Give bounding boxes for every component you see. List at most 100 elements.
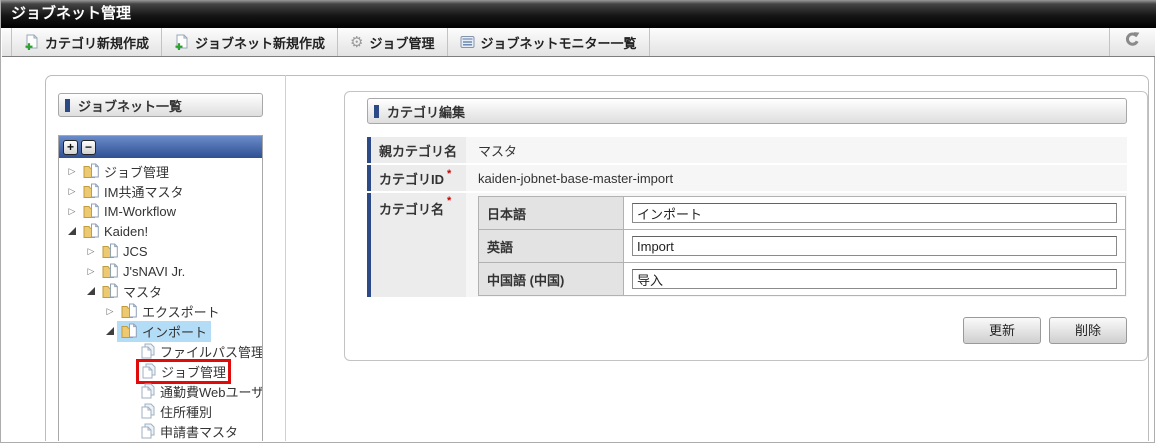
app-window: ジョブネット管理 カテゴリ新規作成 (0, 0, 1155, 443)
required-marker: * (447, 195, 451, 207)
expand-all-button[interactable]: + (63, 140, 78, 155)
tree-item[interactable]: Kaiden! (59, 221, 262, 241)
toolbar-spacer (650, 28, 1109, 56)
accent-bar (374, 105, 379, 118)
tree-node-content[interactable]: 通勤費Webユーザ (136, 381, 263, 402)
locale-label-japanese: 日本語 (479, 197, 624, 230)
gear-icon: ⚙ (350, 35, 363, 50)
expand-node-icon[interactable]: ▷ (84, 267, 98, 276)
tree-node-content[interactable]: インポート (117, 321, 211, 342)
document-icon (140, 403, 156, 419)
tree-item[interactable]: ▷ エクスポート (59, 301, 262, 321)
job-management-button[interactable]: ⚙ ジョブ管理 (338, 28, 447, 56)
english-name-input[interactable] (632, 236, 1117, 256)
tree-node-label: J'sNAVI Jr. (122, 264, 185, 279)
tree-node-content[interactable]: J'sNAVI Jr. (98, 262, 189, 280)
expand-node-icon[interactable]: ▷ (65, 187, 79, 196)
locale-label-chinese: 中国語 (中国) (479, 263, 624, 296)
toolbar-button-label: カテゴリ新規作成 (45, 33, 149, 52)
update-button[interactable]: 更新 (963, 317, 1041, 344)
tree-node-content[interactable]: エクスポート (117, 301, 224, 322)
tree-list: ▷ジョブ管理▷IM共通マスタ▷IM-WorkflowKaiden!▷JCS▷J'… (59, 158, 262, 441)
collapse-all-button[interactable]: − (81, 140, 96, 155)
tree-node-label: ジョブ管理 (103, 162, 169, 181)
locale-label-english: 英語 (479, 230, 624, 263)
tree-node-content[interactable]: 住所種別 (136, 401, 216, 422)
folder-icon (83, 203, 100, 219)
tree-node-content[interactable]: Kaiden! (79, 222, 152, 240)
toolbar: カテゴリ新規作成 ジョブネット新規作成 ⚙ ジョブ管理 (2, 28, 1155, 57)
tree-node-label: IM-Workflow (103, 204, 176, 219)
japanese-name-input[interactable] (632, 203, 1117, 223)
tree-node-content[interactable]: 申請書マスタ (136, 421, 242, 442)
tree-item[interactable]: 申請書マスタ (59, 421, 262, 441)
jobnet-tree-panel: + − ▷ジョブ管理▷IM共通マスタ▷IM-WorkflowKaiden!▷JC… (58, 135, 263, 441)
tree-item[interactable]: ジョブ管理 (59, 361, 262, 381)
table-row: 日本語 (479, 197, 1126, 230)
toolbar-button-label: ジョブネットモニター一覧 (481, 33, 637, 52)
tree-item[interactable]: マスタ (59, 281, 262, 301)
tree-node-content[interactable]: IM-Workflow (79, 202, 180, 220)
document-icon (140, 383, 156, 399)
page-title: ジョブネット管理 (1, 0, 1156, 28)
folder-icon (83, 183, 100, 199)
collapse-node-icon[interactable] (65, 227, 79, 235)
tree-node-content[interactable]: JCS (98, 242, 152, 260)
folder-icon (121, 323, 138, 339)
tree-item[interactable]: ▷ IM共通マスタ (59, 181, 262, 201)
tree-node-label: 住所種別 (159, 402, 212, 421)
required-marker: * (447, 168, 451, 180)
folder-icon (83, 163, 100, 179)
collapse-node-icon[interactable] (103, 327, 117, 335)
category-name-label: カテゴリ名 * (367, 193, 466, 297)
expand-node-icon[interactable]: ▷ (65, 167, 79, 176)
tree-node-content[interactable]: マスタ (98, 281, 166, 302)
category-edit-form: 親カテゴリ名 マスタ カテゴリID * kaiden-jobnet-base-m… (367, 137, 1127, 299)
expand-node-icon[interactable]: ▷ (103, 307, 117, 316)
table-row: 中国語 (中国) (479, 263, 1126, 296)
field-label-text: 親カテゴリ名 (379, 141, 457, 160)
tree-item[interactable]: ▷ J'sNAVI Jr. (59, 261, 262, 281)
tree-node-label: マスタ (122, 282, 162, 301)
parent-category-row: 親カテゴリ名 マスタ (367, 137, 1127, 163)
document-icon (140, 423, 156, 439)
tree-section-title: ジョブネット一覧 (78, 96, 182, 115)
tree-item[interactable]: ▷JCS (59, 241, 262, 261)
monitor-list-icon (460, 35, 475, 49)
collapse-node-icon[interactable] (84, 287, 98, 295)
tree-node-label: 申請書マスタ (159, 422, 238, 441)
folder-icon (121, 303, 138, 319)
refresh-button[interactable] (1109, 28, 1155, 56)
edit-section-header: カテゴリ編集 (367, 98, 1127, 124)
tree-node-content[interactable]: ジョブ管理 (79, 161, 173, 182)
tree-item[interactable]: ▷ IM-Workflow (59, 201, 262, 221)
tree-node-label: IM共通マスタ (103, 182, 183, 201)
tree-item[interactable]: 住所種別 (59, 401, 262, 421)
table-row: 英語 (479, 230, 1126, 263)
tree-item[interactable]: インポート (59, 321, 262, 341)
document-icon (140, 343, 156, 359)
edit-section-title: カテゴリ編集 (387, 102, 465, 121)
tree-node-content[interactable]: IM共通マスタ (79, 181, 187, 202)
parent-category-label: 親カテゴリ名 (367, 137, 466, 163)
delete-button[interactable]: 削除 (1049, 317, 1127, 344)
tree-item[interactable]: 通勤費Webユーザ (59, 381, 262, 401)
tree-node-label: エクスポート (141, 302, 220, 321)
expand-node-icon[interactable]: ▷ (65, 207, 79, 216)
chinese-name-input[interactable] (632, 269, 1117, 289)
toolbar-button-label: ジョブネット新規作成 (195, 33, 325, 52)
field-label-text: カテゴリ名 (379, 199, 444, 218)
locale-input-cell (624, 197, 1126, 230)
expand-node-icon[interactable]: ▷ (84, 247, 98, 256)
column-divider (285, 75, 286, 441)
folder-icon (102, 243, 119, 259)
jobnet-monitor-list-button[interactable]: ジョブネットモニター一覧 (448, 28, 650, 56)
category-id-value: kaiden-jobnet-base-master-import (466, 165, 1127, 191)
tree-node-label: インポート (141, 322, 207, 341)
create-jobnet-button[interactable]: ジョブネット新規作成 (162, 28, 338, 56)
create-category-button[interactable]: カテゴリ新規作成 (11, 28, 162, 56)
folder-icon (102, 263, 119, 279)
tree-item[interactable]: ▷ ジョブ管理 (59, 161, 262, 181)
tree-toolbar: + − (59, 136, 262, 158)
category-edit-card: カテゴリ編集 親カテゴリ名 マスタ カテゴリID * kaiden-jobnet… (344, 91, 1148, 361)
